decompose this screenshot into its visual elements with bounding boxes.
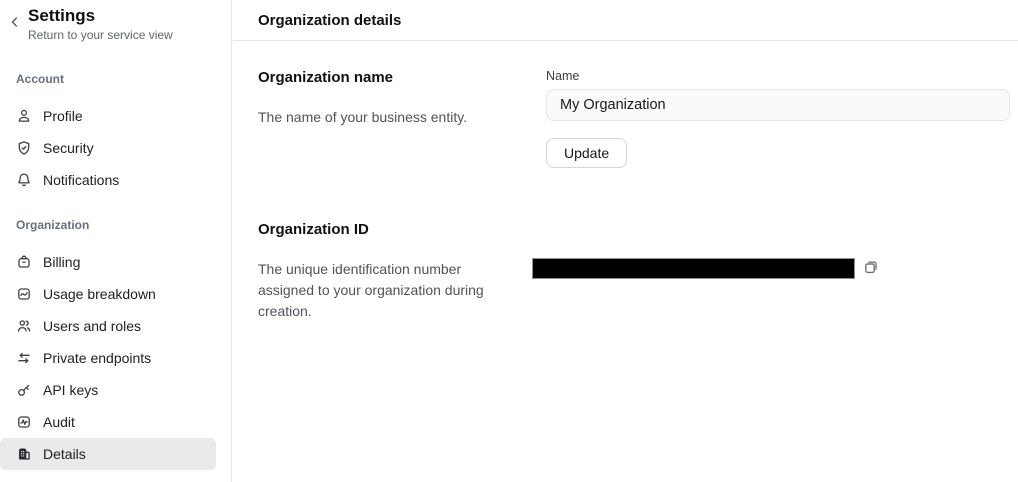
- section-label-organization: Organization: [16, 218, 231, 232]
- swap-arrows-icon: [16, 350, 32, 366]
- sidebar-item-label: Notifications: [43, 172, 119, 188]
- sidebar-item-security[interactable]: Security: [0, 132, 216, 164]
- chart-wave-icon: [16, 286, 32, 302]
- page-title: Settings: [28, 5, 173, 27]
- org-name-section: Organization name The name of your busin…: [258, 69, 521, 168]
- sidebar-item-billing[interactable]: Billing: [0, 246, 216, 278]
- wallet-icon: [16, 254, 32, 270]
- section-label-account: Account: [16, 72, 231, 86]
- main-header-title: Organization details: [258, 12, 401, 29]
- user-icon: [16, 108, 32, 124]
- sidebar-item-label: API keys: [43, 382, 98, 398]
- page-subtitle: Return to your service view: [28, 28, 173, 43]
- org-name-heading: Organization name: [258, 69, 521, 86]
- pulse-icon: [16, 414, 32, 430]
- users-icon: [16, 318, 32, 334]
- sidebar-item-notifications[interactable]: Notifications: [0, 164, 216, 196]
- settings-sidebar: Settings Return to your service view Acc…: [0, 0, 232, 482]
- update-button[interactable]: Update: [546, 138, 627, 168]
- chevron-left-icon: [8, 15, 22, 32]
- bell-icon: [16, 172, 32, 188]
- sidebar-item-label: Users and roles: [43, 318, 141, 334]
- organization-id-redacted-value: [532, 258, 855, 279]
- sidebar-item-label: Audit: [43, 414, 75, 430]
- organization-name-input[interactable]: [546, 89, 1010, 121]
- org-id-section: Organization ID The unique identificatio…: [258, 221, 521, 322]
- sidebar-item-api-keys[interactable]: API keys: [0, 374, 216, 406]
- sidebar-item-profile[interactable]: Profile: [0, 100, 216, 132]
- sidebar-item-users-and-roles[interactable]: Users and roles: [0, 310, 216, 342]
- sidebar-item-audit[interactable]: Audit: [0, 406, 216, 438]
- back-button[interactable]: [4, 12, 26, 34]
- sidebar-item-details[interactable]: Details: [0, 438, 216, 470]
- building-icon: [16, 446, 32, 462]
- main-panel: Organization details Organization name T…: [233, 0, 1018, 482]
- sidebar-item-private-endpoints[interactable]: Private endpoints: [0, 342, 216, 374]
- sidebar-item-label: Usage breakdown: [43, 286, 156, 302]
- shield-check-icon: [16, 140, 32, 156]
- sidebar-item-label: Details: [43, 446, 86, 462]
- sidebar-item-label: Private endpoints: [43, 350, 151, 366]
- sidebar-item-label: Security: [43, 140, 94, 156]
- org-id-heading: Organization ID: [258, 221, 521, 238]
- org-name-form: Name Update: [546, 69, 1010, 168]
- copy-button[interactable]: [862, 260, 880, 278]
- main-header: Organization details: [233, 0, 1018, 41]
- org-name-description: The name of your business entity.: [258, 107, 510, 128]
- sidebar-item-label: Billing: [43, 254, 80, 270]
- sidebar-item-usage-breakdown[interactable]: Usage breakdown: [0, 278, 216, 310]
- name-field-label: Name: [546, 69, 1010, 83]
- sidebar-header: Settings Return to your service view: [0, 0, 231, 43]
- org-id-description: The unique identification number assigne…: [258, 259, 510, 322]
- sidebar-item-label: Profile: [43, 108, 83, 124]
- key-icon: [16, 382, 32, 398]
- copy-icon: [862, 258, 880, 279]
- org-id-value-area: [546, 221, 1010, 322]
